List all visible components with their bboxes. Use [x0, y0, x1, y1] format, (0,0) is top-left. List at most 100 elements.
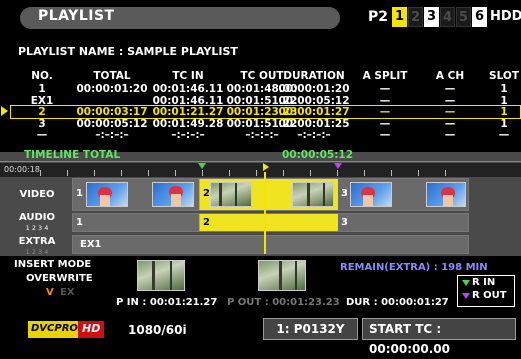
- slot-5-indicator[interactable]: 5: [456, 7, 471, 27]
- table-cell-slot: —: [498, 129, 510, 141]
- extra-channels: 1 2 3 4: [25, 248, 49, 256]
- ruler-tick: [256, 170, 257, 176]
- table-cell-a-ch: —: [444, 83, 456, 95]
- selection-cursor-icon: [1, 106, 8, 116]
- out-point-thumbnail: [258, 260, 306, 291]
- remain-extra-text: REMAIN(EXTRA) : 198 MIN: [340, 262, 488, 273]
- table-cell-duration: –:–:–:–: [297, 129, 331, 141]
- slot-1-indicator[interactable]: 1: [392, 7, 407, 27]
- audio-track-label: AUDIO: [18, 212, 56, 223]
- table-cell-tc-in: 00:01:49.28: [152, 117, 224, 130]
- table-cell-duration: 00:00:01:25: [278, 117, 350, 130]
- slot-2-indicator[interactable]: 2: [408, 7, 423, 27]
- clip-number: 3: [341, 188, 348, 199]
- ruler-tick: [40, 170, 41, 176]
- ruler-tick: [229, 170, 230, 176]
- p-in-timecode: P IN : 00:01:21.27: [116, 297, 218, 308]
- extra-clip-label: EX1: [80, 239, 102, 250]
- table-cell-total: 00:00:01:20: [76, 83, 148, 95]
- table-cell-no: 3: [38, 117, 46, 130]
- clip-number: 2: [203, 188, 210, 199]
- dvcpro-hd-logo: DVCPRO: [28, 321, 78, 338]
- column-header-a-ch: A CH: [435, 70, 465, 82]
- table-cell-a-ch: —: [444, 129, 456, 141]
- ruler-tick: [418, 170, 419, 176]
- playhead-icon[interactable]: [263, 163, 269, 171]
- in-marker-legend-icon: [462, 280, 470, 286]
- extra-track-label: EXTRA: [18, 236, 56, 247]
- playhead-line: [264, 172, 266, 254]
- clip-1-thumb-a: [86, 182, 128, 207]
- ruler-tick: [283, 170, 284, 176]
- start-timecode: START TC : 00:00:00.00: [362, 318, 516, 356]
- table-cell-slot: 1: [500, 117, 508, 130]
- table-cell-a-split: —: [379, 83, 391, 95]
- audio-clip-3[interactable]: [338, 214, 468, 231]
- table-cell-a-split: —: [379, 129, 391, 141]
- page-title: PLAYLIST: [38, 8, 115, 24]
- in-point-marker-icon[interactable]: [198, 163, 206, 169]
- timeline-total-value: 00:00:05:12: [282, 149, 354, 161]
- clip-2-thumb-b: [292, 182, 334, 207]
- column-header-tc-in: TC IN: [172, 70, 204, 82]
- ruler-tick: [337, 170, 338, 176]
- ruler-tick: [391, 170, 392, 176]
- column-header-total: TOTAL: [93, 70, 131, 82]
- clip-number: 1: [76, 217, 83, 228]
- table-cell-total: –:–:–:–: [95, 129, 129, 141]
- slot-3-indicator[interactable]: 3: [424, 7, 439, 27]
- table-cell-a-split: —: [379, 117, 391, 130]
- duration-timecode: DUR : 00:00:01:27: [346, 297, 449, 308]
- ruler-tick: [67, 170, 68, 176]
- r-out-label: R OUT: [472, 290, 507, 301]
- column-header-a-split: A SPLIT: [362, 70, 408, 82]
- insert-mode-label: INSERT MODE: [14, 259, 92, 270]
- selected-row-highlight: [10, 105, 521, 119]
- table-cell-slot: 1: [500, 83, 508, 95]
- timeline-total-label: TIMELINE TOTAL: [24, 149, 121, 161]
- table-cell-tc-in: –:–:–:–: [171, 129, 205, 141]
- clip-3-thumb-a: [350, 182, 392, 207]
- column-header-slot: SLOT: [489, 70, 519, 82]
- table-cell-duration: 00:00:01:20: [278, 83, 350, 95]
- ruler-tick: [364, 170, 365, 176]
- overwrite-v-indicator: V: [46, 287, 54, 298]
- clip-number: 2: [203, 217, 210, 228]
- ruler-tick: [445, 170, 446, 176]
- clip-2-thumb-a: [210, 182, 252, 207]
- ruler-tick: [202, 170, 203, 176]
- ruler-tick: [175, 170, 176, 176]
- column-header-no: NO.: [31, 70, 53, 82]
- timeline-ruler: [0, 163, 521, 177]
- slot-4-indicator[interactable]: 4: [440, 7, 455, 27]
- clip-id: 1: P0132Y: [263, 318, 358, 340]
- table-cell-a-ch: —: [444, 117, 456, 130]
- ruler-tick: [148, 170, 149, 176]
- slot-6-indicator[interactable]: 6: [472, 7, 487, 27]
- out-point-marker-icon[interactable]: [334, 163, 342, 169]
- column-header-duration: DURATION: [283, 70, 345, 82]
- ruler-tick: [121, 170, 122, 176]
- hd-badge-text: HD: [82, 322, 101, 335]
- r-in-label: R IN: [472, 277, 496, 288]
- video-format: 1080/60i: [128, 323, 187, 337]
- extra-clip[interactable]: [73, 236, 468, 253]
- hdd-label: HDD: [490, 9, 521, 24]
- table-cell-tc-in: 00:01:46.11: [152, 83, 224, 95]
- audio-clip-2[interactable]: [200, 214, 338, 231]
- table-cell-total: 00:00:05:12: [76, 117, 148, 130]
- audio-clip-1[interactable]: [73, 214, 200, 231]
- table-cell-no: 1: [38, 83, 46, 95]
- ruler-tick: [94, 170, 95, 176]
- p-out-timecode: P OUT : 00:01:23.23: [227, 297, 340, 308]
- out-marker-legend-icon: [462, 293, 470, 299]
- overwrite-ex-indicator: EX: [60, 287, 75, 298]
- clip-number: 3: [341, 217, 348, 228]
- overwrite-label[interactable]: OVERWRITE: [26, 273, 93, 284]
- video-track-label: VIDEO: [19, 189, 55, 200]
- table-cell-no: —: [36, 129, 48, 141]
- ruler-timecode: 00:00:18: [4, 165, 40, 174]
- timeline-divider: [0, 161, 521, 162]
- playlist-name: PLAYLIST NAME : SAMPLE PLAYLIST: [18, 45, 238, 58]
- audio-channels: 1 2 3 4: [25, 224, 49, 232]
